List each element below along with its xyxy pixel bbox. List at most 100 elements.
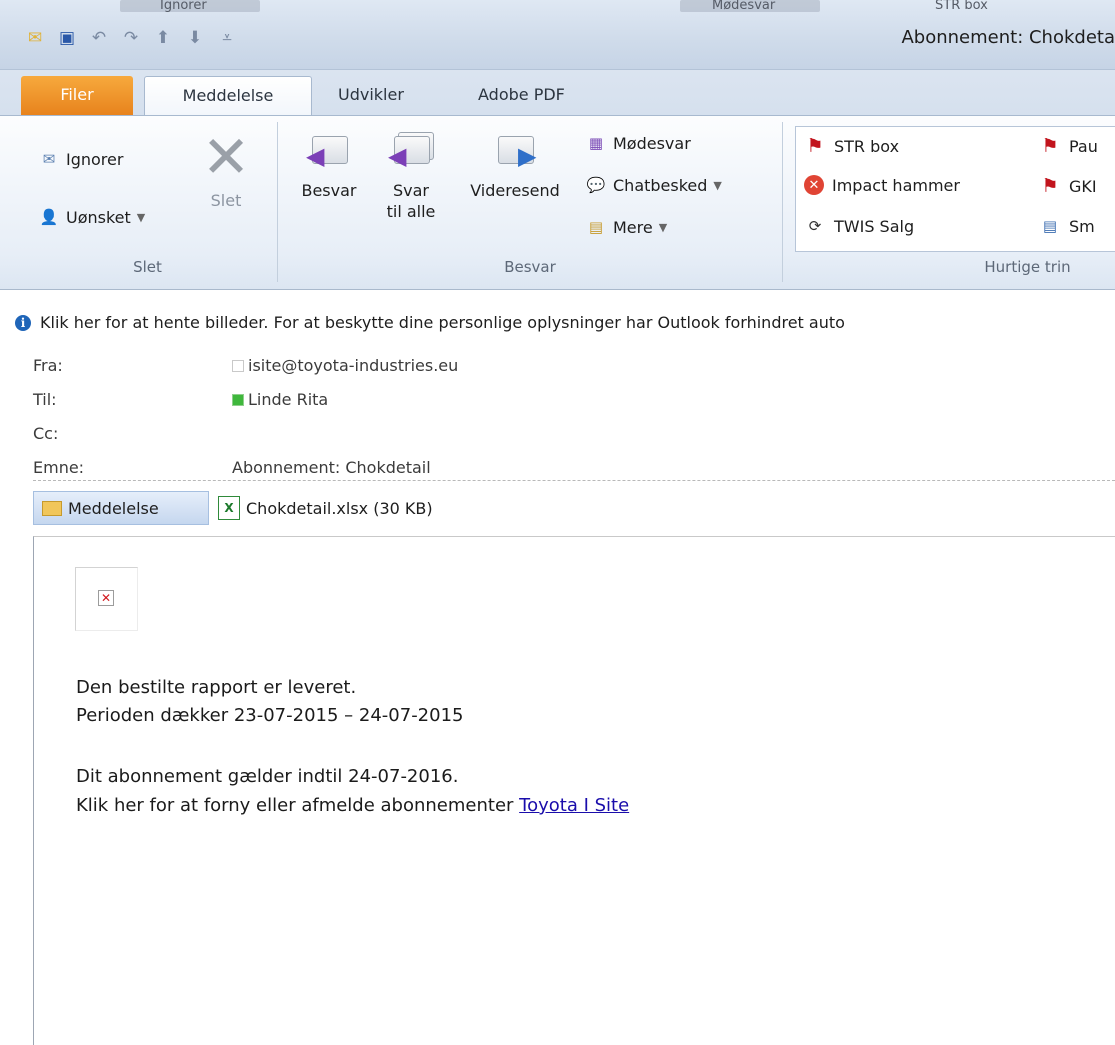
more-button[interactable]: ▤ Mere ▼ — [585, 216, 667, 238]
tab-message[interactable]: Meddelelse — [144, 76, 312, 116]
title-bar: Ignorer Mødesvar STR box ✉ ▣ ↶ ↷ ⬆ ⬇ ⩡ A… — [0, 0, 1115, 70]
from-address: isite@toyota-industries.eu — [248, 356, 459, 375]
quick-step-label: Sm — [1069, 216, 1095, 236]
ribbon-tabs: Filer Meddelelse Udvikler Adobe PDF — [0, 70, 1115, 116]
up-icon[interactable]: ⬆ — [152, 27, 174, 49]
quick-step-gki[interactable]: ⚑ GKI — [1039, 175, 1097, 197]
delete-button[interactable]: ✕ Slet — [190, 128, 262, 211]
reply-all-icon: ◀ — [388, 132, 434, 170]
cc-label: Cc: — [33, 424, 59, 443]
infobar-text: Klik her for at hente billeder. For at b… — [40, 313, 845, 332]
chevron-down-icon: ▼ — [713, 178, 722, 192]
attachment-file[interactable]: X Chokdetail.xlsx (30 KB) — [218, 491, 433, 525]
presence-online-icon — [232, 393, 244, 406]
download-images-infobar[interactable]: i Klik her for at hente billeder. For at… — [0, 291, 1115, 363]
forward-label: Videresend — [470, 181, 560, 200]
quick-step-label: Pau — [1069, 136, 1098, 156]
info-icon: i — [15, 315, 31, 331]
flag-icon: ⚑ — [806, 135, 824, 157]
mail-icon[interactable]: ✉ — [24, 27, 46, 49]
attachment-file-label: Chokdetail.xlsx (30 KB) — [246, 498, 433, 518]
tab-adobe-pdf[interactable]: Adobe PDF — [470, 76, 573, 116]
more-label: Mere — [613, 217, 653, 237]
down-icon[interactable]: ⬇ — [184, 27, 206, 49]
ghost-menu-meeting: Mødesvar — [712, 0, 776, 13]
window-title: Abonnement: Chokdeta — [901, 27, 1115, 48]
subject-label: Emne: — [33, 458, 85, 477]
group-separator — [277, 122, 278, 282]
quick-step-label: GKI — [1069, 176, 1097, 196]
customize-icon[interactable]: ⩡ — [216, 27, 238, 49]
body-line-4-text: Klik her for at forny eller afmelde abon… — [76, 795, 520, 816]
calendar-icon: ▦ — [588, 134, 604, 152]
delete-label: Slet — [210, 191, 242, 210]
im-label: Chatbesked — [613, 175, 708, 195]
flag-icon: ⚑ — [1041, 135, 1059, 157]
ribbon: ✉ Ignorer 👤 Uønsket ▼ ✕ Slet Slet ◀ Besv… — [0, 115, 1115, 290]
body-line-2: Perioden dækker 23-07-2015 – 24-07-2015 — [76, 705, 464, 726]
presence-icon — [232, 359, 244, 372]
reply-all-button[interactable]: ◀ Svar til alle — [375, 132, 447, 222]
from-label: Fra: — [33, 356, 63, 375]
subject-value: Abonnement: Chokdetail — [232, 458, 431, 477]
chat-icon: 💬 — [586, 176, 606, 194]
reply-all-label-line2: til alle — [386, 202, 436, 221]
group-separator — [782, 122, 783, 282]
envelope-icon — [42, 500, 62, 516]
reply-button[interactable]: ◀ Besvar — [290, 136, 368, 201]
refresh-icon: ⟳ — [808, 217, 822, 235]
tab-developer[interactable]: Udvikler — [330, 76, 412, 116]
chevron-down-icon: ▼ — [658, 220, 668, 234]
ignore-icon: ✉ — [42, 150, 56, 168]
reply-all-label-line1: Svar — [392, 181, 429, 200]
body-line-3: Dit abonnement gælder indtil 24-07-2016. — [76, 766, 459, 787]
attachment-bar: Meddelelse X Chokdetail.xlsx (30 KB) — [33, 487, 1115, 529]
quick-step-str-box[interactable]: ⚑ STR box — [804, 135, 899, 157]
delete-icon: ✕ — [201, 123, 251, 191]
quick-step-twis-salg[interactable]: ⟳ TWIS Salg — [804, 215, 914, 237]
group-label-respond: Besvar — [504, 258, 556, 276]
quick-access-toolbar: ✉ ▣ ↶ ↷ ⬆ ⬇ ⩡ — [24, 27, 238, 49]
junk-button[interactable]: 👤 Uønsket ▼ — [38, 206, 146, 228]
im-button[interactable]: 💬 Chatbesked ▼ — [585, 174, 722, 196]
ignore-button[interactable]: ✉ Ignorer — [38, 148, 124, 170]
message-tab[interactable]: Meddelelse — [33, 491, 209, 525]
ignore-label: Ignorer — [66, 149, 124, 169]
excel-file-icon: X — [218, 496, 240, 520]
quick-step-pau[interactable]: ⚑ Pau — [1039, 135, 1098, 157]
quick-step-impact-hammer[interactable]: ✕ Impact hammer — [804, 175, 960, 195]
message-body — [33, 536, 1115, 1045]
reply-label: Besvar — [301, 181, 357, 200]
to-name: Linde Rita — [248, 390, 329, 409]
to-value[interactable]: Linde Rita — [232, 390, 328, 409]
meeting-reply-button[interactable]: ▦ Mødesvar — [585, 132, 691, 154]
group-label-quick-steps: Hurtige trin — [984, 258, 1071, 276]
meeting-reply-label: Mødesvar — [613, 133, 691, 153]
forward-icon: ▶ — [494, 136, 536, 170]
quick-step-label: STR box — [834, 136, 900, 156]
save-icon[interactable]: ▣ — [56, 27, 78, 49]
body-line-1: Den bestilte rapport er leveret. — [76, 677, 357, 698]
chevron-down-icon: ▼ — [136, 210, 146, 224]
quick-steps-gallery: ⚑ STR box ✕ Impact hammer ⟳ TWIS Salg ⚑ … — [795, 126, 1115, 252]
group-label-delete: Slet — [133, 258, 162, 276]
quick-step-label: TWIS Salg — [834, 216, 915, 236]
broken-image-icon: ✕ — [98, 590, 114, 606]
blocked-image-placeholder[interactable]: ✕ — [75, 567, 138, 631]
contact-card-icon: ▤ — [1042, 217, 1058, 235]
ghost-menu-ignore: Ignorer — [160, 0, 207, 13]
more-icon: ▤ — [588, 218, 604, 236]
redo-icon[interactable]: ↷ — [120, 27, 142, 49]
from-value[interactable]: isite@toyota-industries.eu — [232, 356, 458, 375]
quick-step-label: Impact hammer — [832, 175, 960, 195]
to-label: Til: — [33, 390, 57, 409]
reply-icon: ◀ — [306, 136, 350, 170]
tab-file[interactable]: Filer — [21, 76, 133, 116]
quick-step-sm[interactable]: ▤ Sm — [1039, 215, 1095, 237]
error-circle-icon: ✕ — [804, 175, 824, 195]
ghost-menu-str: STR box — [935, 0, 988, 13]
toyota-i-site-link[interactable]: Toyota I Site — [519, 795, 629, 816]
message-tab-label: Meddelelse — [68, 498, 159, 518]
forward-button[interactable]: ▶ Videresend — [455, 136, 575, 201]
undo-icon[interactable]: ↶ — [88, 27, 110, 49]
